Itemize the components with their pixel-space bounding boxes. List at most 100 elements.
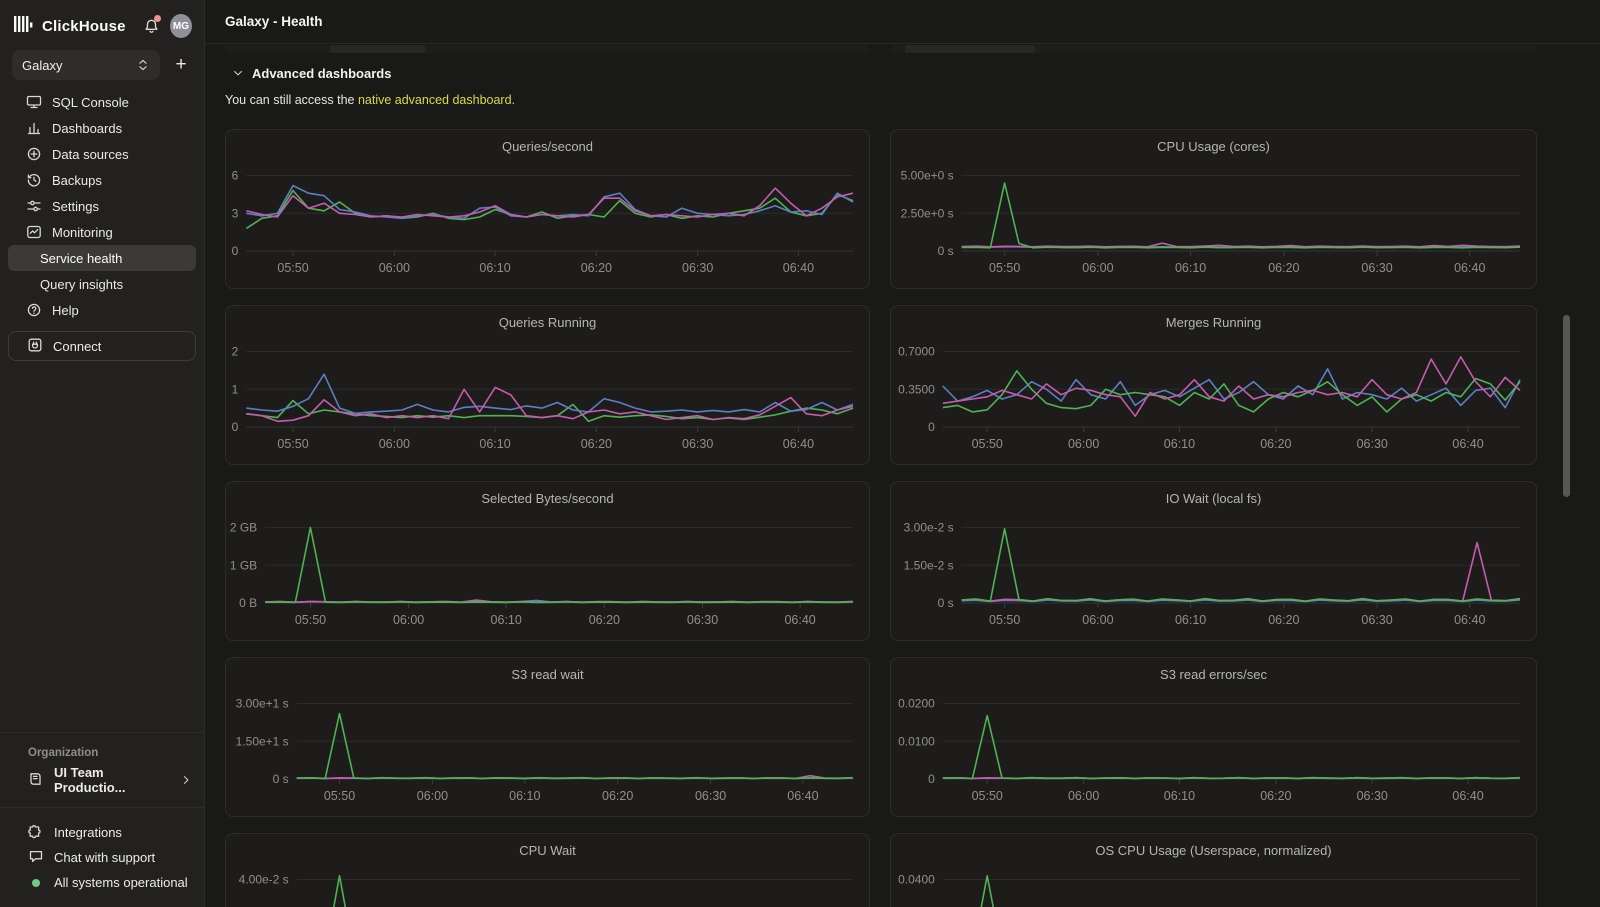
svg-text:06:30: 06:30 (682, 261, 713, 275)
sidebar-item-help[interactable]: Help (0, 297, 204, 323)
clipped-panel-left (225, 45, 870, 53)
sidebar-nav: SQL Console Dashboards Data sources Back… (0, 89, 204, 323)
sidebar-item-sql-console[interactable]: SQL Console (0, 89, 204, 115)
series-magenta (962, 243, 1520, 247)
connect-button[interactable]: Connect (8, 331, 196, 361)
svg-text:05:50: 05:50 (972, 437, 1003, 451)
svg-text:1.50e-2 s: 1.50e-2 s (904, 558, 954, 572)
clipped-panels-row (225, 45, 1600, 53)
svg-text:0.3500: 0.3500 (898, 382, 935, 396)
chevron-right-icon (180, 774, 192, 786)
chart-plot[interactable]: 03605:5006:0006:1006:2006:3006:40 (226, 130, 869, 288)
app-root: ClickHouse MG Galaxy + SQL Console (0, 0, 1600, 907)
native-dashboard-link[interactable]: native advanced dashboard. (358, 93, 515, 107)
dashboards-icon (26, 120, 42, 136)
svg-text:06:30: 06:30 (682, 437, 713, 451)
chart-plot[interactable]: 0 s2.50e+0 s5.00e+0 s05:5006:0006:1006:2… (891, 130, 1536, 288)
status-text: All systems operational (54, 875, 188, 890)
organization-switcher[interactable]: UI Team Productio... (12, 767, 192, 793)
notifications-button[interactable] (142, 15, 162, 37)
svg-text:06:20: 06:20 (1260, 437, 1291, 451)
section-title: Advanced dashboards (252, 66, 391, 81)
svg-text:06:20: 06:20 (1260, 789, 1291, 803)
svg-text:06:10: 06:10 (479, 261, 510, 275)
sidebar-item-data-sources[interactable]: Data sources (0, 141, 204, 167)
organization-section: Organization UI Team Productio... (0, 732, 204, 807)
svg-text:06:40: 06:40 (1452, 789, 1483, 803)
series-magenta (962, 543, 1520, 602)
svg-text:06:10: 06:10 (1175, 613, 1206, 627)
avatar[interactable]: MG (170, 14, 192, 38)
advanced-dashboard-note: You can still access the native advanced… (225, 93, 1600, 111)
status-green-dot (32, 879, 40, 887)
service-selector[interactable]: Galaxy (12, 50, 160, 80)
svg-text:06:00: 06:00 (1082, 261, 1113, 275)
data-sources-icon (26, 146, 42, 162)
series-green (962, 183, 1520, 248)
sidebar-item-backups[interactable]: Backups (0, 167, 204, 193)
svg-text:0 s: 0 s (938, 596, 954, 610)
svg-text:06:30: 06:30 (1357, 437, 1388, 451)
service-selector-value: Galaxy (22, 58, 136, 73)
sidebar-item-query-insights[interactable]: Query insights (8, 271, 196, 297)
chart-plot[interactable]: 01205:5006:0006:1006:2006:3006:40 (226, 306, 869, 464)
chart-plot[interactable]: 00.01000.020005:5006:0006:1006:2006:3006… (891, 658, 1536, 816)
svg-text:06:20: 06:20 (581, 261, 612, 275)
svg-text:06:10: 06:10 (1164, 437, 1195, 451)
svg-text:06:20: 06:20 (1268, 613, 1299, 627)
add-service-button[interactable]: + (170, 54, 192, 76)
svg-text:05:50: 05:50 (277, 437, 308, 451)
sidebar-item-dashboards[interactable]: Dashboards (0, 115, 204, 141)
svg-text:0: 0 (232, 420, 239, 434)
sidebar-header: ClickHouse MG (12, 12, 192, 40)
svg-text:3.00e+1 s: 3.00e+1 s (236, 697, 289, 711)
vertical-scrollbar-thumb[interactable] (1563, 315, 1570, 497)
charts-grid: Queries/second03605:5006:0006:1006:2006:… (225, 129, 1600, 907)
svg-text:0.7000: 0.7000 (898, 345, 935, 359)
chart-panel: CPU Wait0 s2.00e-2 s4.00e-2 s05:5006:000… (225, 833, 870, 907)
svg-text:1.50e+1 s: 1.50e+1 s (236, 734, 289, 748)
chart-panel: Queries/second03605:5006:0006:1006:2006:… (225, 129, 870, 289)
sidebar-item-service-health[interactable]: Service health (8, 245, 196, 271)
notification-dot (154, 15, 161, 22)
sql-console-icon (26, 94, 42, 110)
sidebar-item-chat-support[interactable]: Chat with support (12, 845, 192, 870)
svg-text:06:40: 06:40 (784, 613, 815, 627)
series-green (297, 876, 853, 907)
series-blue (943, 369, 1520, 408)
svg-text:05:50: 05:50 (989, 613, 1020, 627)
chart-plot[interactable]: 00.35000.700005:5006:0006:1006:2006:3006… (891, 306, 1536, 464)
sidebar-item-integrations[interactable]: Integrations (12, 820, 192, 845)
chart-plot[interactable]: 0 B1 GB2 GB05:5006:0006:1006:2006:3006:4… (226, 482, 869, 640)
svg-text:06:00: 06:00 (1068, 789, 1099, 803)
svg-text:0: 0 (232, 244, 239, 258)
svg-text:2 GB: 2 GB (230, 521, 257, 535)
brand-name: ClickHouse (42, 18, 126, 35)
backups-icon (26, 172, 42, 188)
svg-text:06:10: 06:10 (479, 437, 510, 451)
system-status-link[interactable]: All systems operational (12, 870, 192, 895)
organization-icon (28, 771, 44, 790)
svg-text:0 B: 0 B (239, 596, 257, 610)
chart-plot[interactable]: 0 s2.00e-2 s4.00e-2 s05:5006:0006:1006:2… (226, 834, 869, 907)
chart-panel: IO Wait (local fs)0 s1.50e-2 s3.00e-2 s0… (890, 481, 1537, 641)
chart-plot[interactable]: 0 s1.50e-2 s3.00e-2 s05:5006:0006:1006:2… (891, 482, 1536, 640)
chevron-down-icon (232, 67, 244, 79)
integrations-icon (28, 823, 44, 842)
sidebar-footer: Integrations Chat with support All syste… (0, 807, 204, 907)
svg-text:06:30: 06:30 (695, 789, 726, 803)
svg-text:06:30: 06:30 (687, 613, 718, 627)
organization-label: Organization (12, 747, 192, 759)
sidebar-item-monitoring[interactable]: Monitoring (0, 219, 204, 245)
svg-text:05:50: 05:50 (324, 789, 355, 803)
chart-plot[interactable]: 00.02000.040005:5006:0006:1006:2006:3006… (891, 834, 1536, 907)
series-green (943, 876, 1520, 907)
advanced-dashboards-toggle[interactable]: Advanced dashboards (232, 63, 1600, 83)
sidebar: ClickHouse MG Galaxy + SQL Console (0, 0, 205, 907)
svg-text:6: 6 (232, 169, 239, 183)
sidebar-item-settings[interactable]: Settings (0, 193, 204, 219)
page-title: Galaxy - Health (225, 14, 323, 29)
svg-text:1: 1 (232, 382, 239, 396)
series-green (943, 371, 1520, 412)
chart-plot[interactable]: 0 s1.50e+1 s3.00e+1 s05:5006:0006:1006:2… (226, 658, 869, 816)
